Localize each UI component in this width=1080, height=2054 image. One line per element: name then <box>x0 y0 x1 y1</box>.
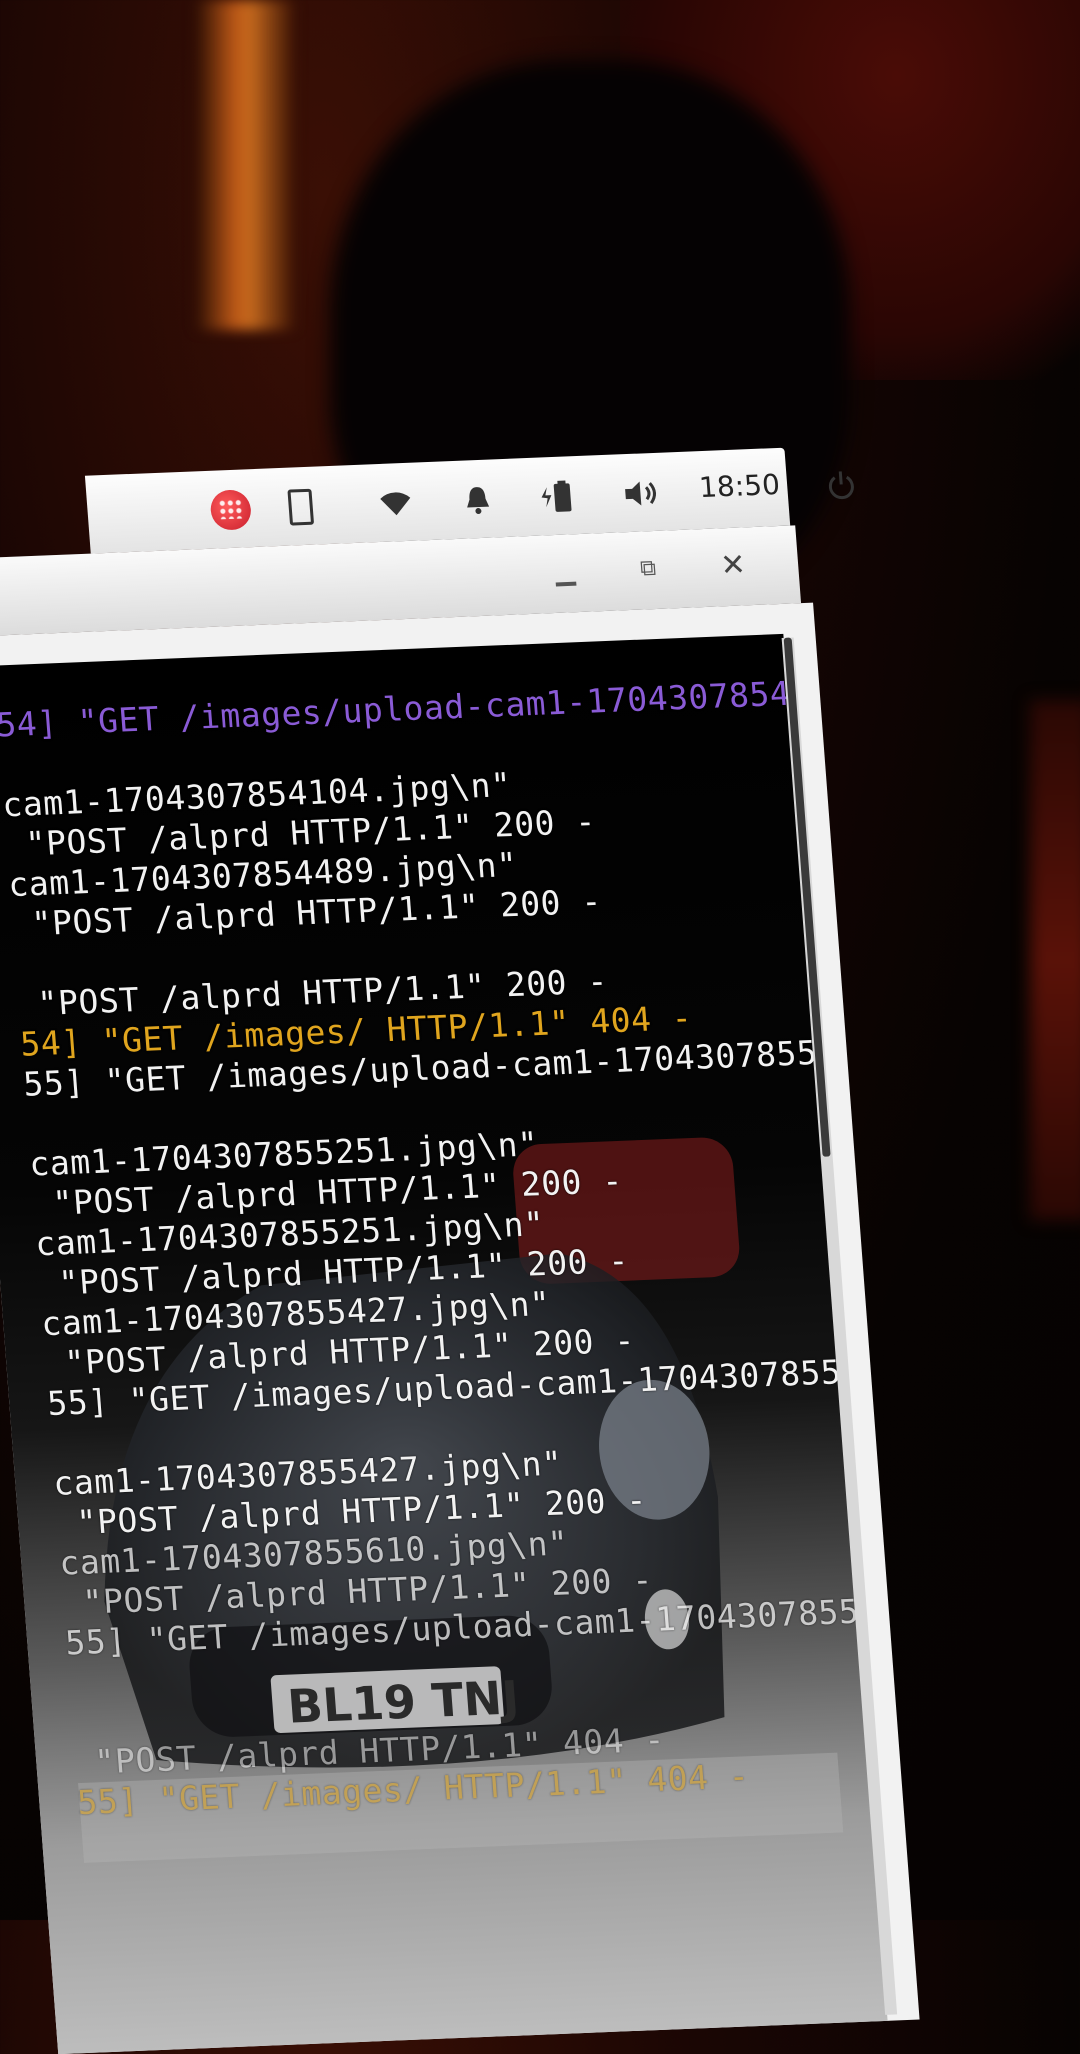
notification-bell-icon[interactable] <box>458 479 497 520</box>
maximize-button[interactable]: ⧉ <box>630 551 667 586</box>
raspberry-pi-menu-icon[interactable] <box>206 489 255 531</box>
minimize-button[interactable]: ▁ <box>547 554 584 589</box>
battery-icon[interactable] <box>534 476 581 518</box>
wifi-icon[interactable] <box>374 483 417 525</box>
volume-icon[interactable] <box>619 473 666 515</box>
close-button[interactable]: ✕ <box>715 547 752 583</box>
terminal-output[interactable]: BL19 TNJ 54] "GET /images/upload-cam1-17… <box>0 633 888 2054</box>
panel-clock[interactable]: 18:50 <box>698 468 781 504</box>
terminal-log: 54] "GET /images/upload-cam1-17043078541… <box>0 673 888 1823</box>
monitor-screen: 18:50 ▁ ⧉ ✕ BL19 TNJ 54] "GET /images/up… <box>0 446 931 2054</box>
bluetooth-icon[interactable] <box>286 487 315 528</box>
power-icon[interactable] <box>821 465 862 506</box>
background-lamp-glow <box>195 0 295 330</box>
background-red-edge <box>1030 700 1080 1220</box>
